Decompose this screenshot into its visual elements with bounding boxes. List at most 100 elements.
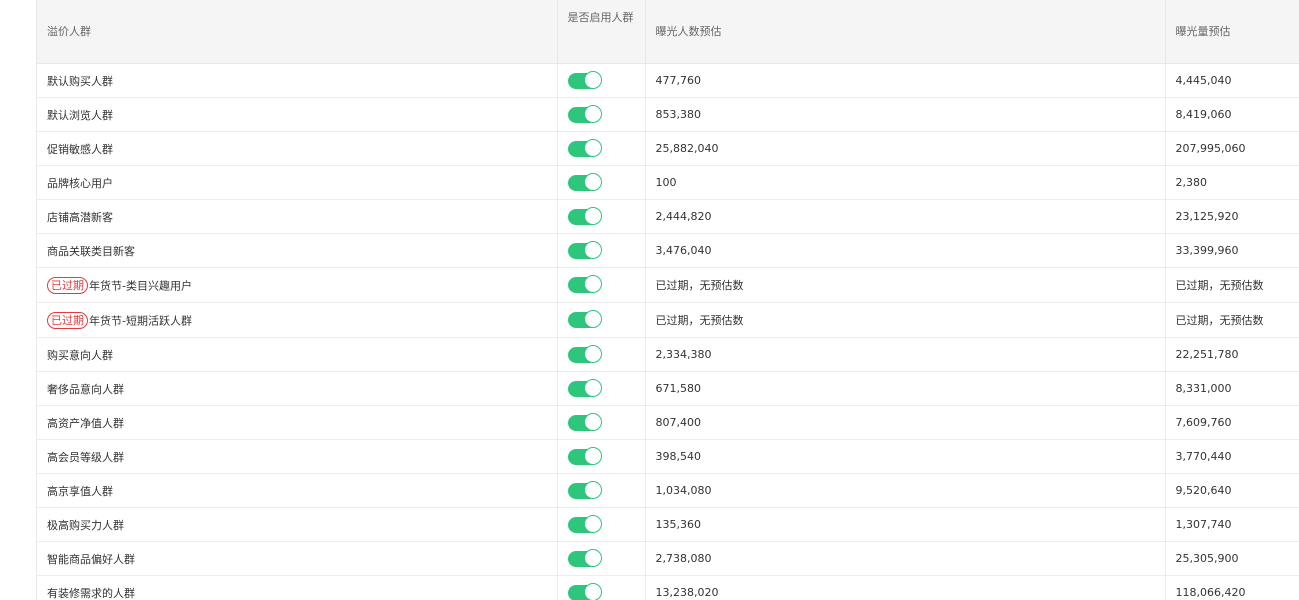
enable-toggle[interactable]	[567, 480, 602, 499]
reach-people-cell: 2,444,820	[645, 199, 1166, 234]
table-row: 奢侈品意向人群 671,580 8,331,000	[37, 371, 1299, 406]
segment-name: 奢侈品意向人群	[47, 382, 124, 396]
toggle-knob	[583, 548, 602, 567]
table-header-row: 溢价人群 是否启用人群 曝光人数预估 曝光量预估	[37, 0, 1299, 64]
header-reach-volume: 曝光量预估	[1165, 0, 1299, 64]
enable-toggle[interactable]	[567, 412, 602, 431]
toggle-knob	[583, 310, 602, 328]
reach-people-cell: 25,882,040	[645, 131, 1166, 166]
segment-cell: 默认购买人群	[37, 63, 558, 98]
reach-volume-cell: 33,399,960	[1165, 233, 1299, 268]
reach-volume-cell: 8,331,000	[1165, 371, 1299, 406]
segment-table-container: 溢价人群 是否启用人群 曝光人数预估 曝光量预估 默认购买人群 477,760 …	[36, 0, 1299, 600]
segment-cell: 商品关联类目新客	[37, 233, 558, 268]
table-header: 溢价人群 是否启用人群 曝光人数预估 曝光量预估	[37, 0, 1299, 64]
enable-toggle[interactable]	[567, 344, 602, 363]
enable-toggle[interactable]	[567, 70, 602, 89]
reach-people-cell: 853,380	[645, 97, 1166, 132]
segment-cell: 高京享值人群	[37, 473, 558, 508]
enabled-cell	[557, 131, 646, 166]
toggle-knob	[583, 240, 602, 259]
enable-toggle[interactable]	[567, 378, 602, 397]
segment-name: 高京享值人群	[47, 484, 113, 498]
reach-volume-cell: 已过期，无预估数	[1165, 267, 1299, 303]
table-row: 高会员等级人群 398,540 3,770,440	[37, 439, 1299, 474]
header-enabled: 是否启用人群	[557, 0, 646, 64]
segment-cell: 促销敏感人群	[37, 131, 558, 166]
table-row: 智能商品偏好人群 2,738,080 25,305,900	[37, 541, 1299, 576]
segment-name: 默认购买人群	[47, 74, 113, 88]
segment-premium-table: 溢价人群 是否启用人群 曝光人数预估 曝光量预估 默认购买人群 477,760 …	[37, 0, 1299, 600]
enabled-cell	[557, 473, 646, 508]
header-segment: 溢价人群	[37, 0, 558, 64]
table-row: 促销敏感人群 25,882,040 207,995,060	[37, 131, 1299, 166]
enable-toggle[interactable]	[567, 582, 602, 600]
toggle-knob	[583, 172, 602, 191]
enable-toggle[interactable]	[567, 310, 602, 328]
toggle-knob	[583, 582, 602, 600]
segment-name: 智能商品偏好人群	[47, 552, 135, 566]
table-row: 默认浏览人群 853,380 8,419,060	[37, 97, 1299, 132]
header-reach-people: 曝光人数预估	[645, 0, 1166, 64]
enable-toggle[interactable]	[567, 446, 602, 465]
toggle-knob	[583, 275, 602, 293]
enable-toggle[interactable]	[567, 275, 602, 293]
reach-volume-cell: 9,520,640	[1165, 473, 1299, 508]
enable-toggle[interactable]	[567, 104, 602, 123]
table-row: 有装修需求的人群 13,238,020 118,066,420	[37, 575, 1299, 600]
table-row: 默认购买人群 477,760 4,445,040	[37, 63, 1299, 98]
reach-volume-cell: 已过期，无预估数	[1165, 302, 1299, 338]
segment-name: 年货节-短期活跃人群	[89, 314, 192, 327]
table-row: 品牌核心用户 100 2,380	[37, 165, 1299, 200]
segment-cell: 默认浏览人群	[37, 97, 558, 132]
enable-toggle[interactable]	[567, 138, 602, 157]
enable-toggle[interactable]	[567, 206, 602, 225]
enabled-cell	[557, 371, 646, 406]
enable-toggle[interactable]	[567, 240, 602, 259]
enable-toggle[interactable]	[567, 514, 602, 533]
expired-badge: 已过期	[47, 311, 88, 329]
enabled-cell	[557, 575, 646, 600]
toggle-knob	[583, 206, 602, 225]
toggle-knob	[583, 378, 602, 397]
enable-toggle[interactable]	[567, 548, 602, 567]
reach-volume-cell: 118,066,420	[1165, 575, 1299, 600]
reach-people-cell: 477,760	[645, 63, 1166, 98]
enabled-cell	[557, 97, 646, 132]
reach-people-cell: 398,540	[645, 439, 1166, 474]
enable-toggle[interactable]	[567, 172, 602, 191]
enabled-cell	[557, 165, 646, 200]
toggle-knob	[583, 344, 602, 363]
toggle-knob	[583, 70, 602, 89]
reach-volume-cell: 22,251,780	[1165, 337, 1299, 372]
enabled-cell	[557, 199, 646, 234]
segment-name: 购买意向人群	[47, 348, 113, 362]
enabled-cell	[557, 541, 646, 576]
reach-people-cell: 2,334,380	[645, 337, 1166, 372]
segment-cell: 已过期 年货节-类目兴趣用户	[37, 267, 558, 303]
segment-cell: 奢侈品意向人群	[37, 371, 558, 406]
reach-people-cell: 1,034,080	[645, 473, 1166, 508]
segment-cell: 高资产净值人群	[37, 405, 558, 440]
segment-cell: 品牌核心用户	[37, 165, 558, 200]
segment-cell: 店铺高潜新客	[37, 199, 558, 234]
enabled-cell	[557, 507, 646, 542]
segment-name: 促销敏感人群	[47, 142, 113, 156]
table-row: 已过期 年货节-短期活跃人群 已过期，无预估数 已过期，无预估数	[37, 302, 1299, 338]
segment-cell: 高会员等级人群	[37, 439, 558, 474]
reach-people-cell: 807,400	[645, 405, 1166, 440]
segment-cell: 已过期 年货节-短期活跃人群	[37, 302, 558, 338]
reach-people-cell: 13,238,020	[645, 575, 1166, 600]
segment-name: 极高购买力人群	[47, 518, 124, 532]
reach-volume-cell: 1,307,740	[1165, 507, 1299, 542]
enabled-cell	[557, 405, 646, 440]
reach-volume-cell: 3,770,440	[1165, 439, 1299, 474]
reach-volume-cell: 23,125,920	[1165, 199, 1299, 234]
segment-name: 品牌核心用户	[47, 176, 113, 190]
reach-volume-cell: 7,609,760	[1165, 405, 1299, 440]
table-row: 高京享值人群 1,034,080 9,520,640	[37, 473, 1299, 508]
segment-cell: 极高购买力人群	[37, 507, 558, 542]
reach-volume-cell: 8,419,060	[1165, 97, 1299, 132]
table-row: 购买意向人群 2,334,380 22,251,780	[37, 337, 1299, 372]
reach-people-cell: 135,360	[645, 507, 1166, 542]
